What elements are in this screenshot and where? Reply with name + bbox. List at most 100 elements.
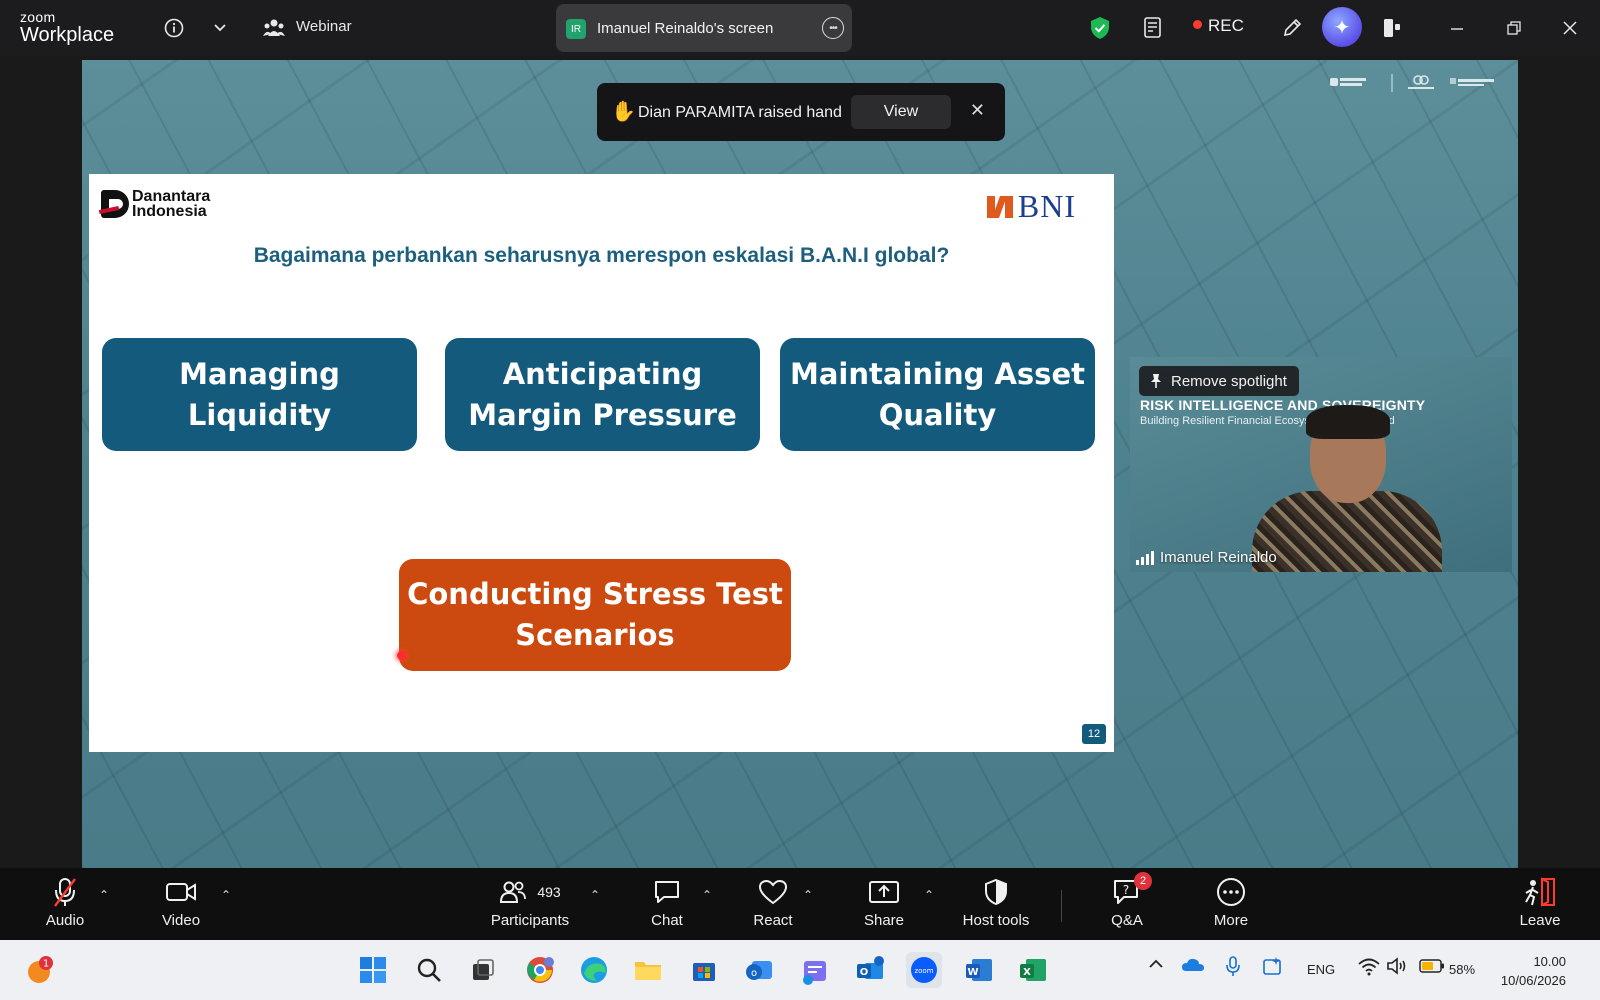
remove-spotlight-button[interactable]: Remove spotlight [1139, 366, 1299, 396]
qa-icon: ? 2 [1112, 872, 1152, 910]
restore-window-icon[interactable] [1500, 14, 1528, 42]
ai-tray-icon[interactable] [1262, 956, 1284, 979]
react-label: React [753, 912, 793, 929]
zoom-app-icon[interactable]: zoom [906, 952, 942, 988]
annotate-pen-icon[interactable] [1278, 14, 1306, 42]
meeting-notes-icon[interactable] [1139, 14, 1167, 42]
view-button[interactable]: View [851, 95, 951, 129]
speaker-name: Imanuel Reinaldo [1160, 549, 1277, 566]
battery-icon[interactable] [1419, 958, 1445, 977]
calendar-app-icon[interactable] [797, 952, 833, 988]
side-panel-icon[interactable] [1378, 14, 1406, 42]
presentation-slide: Danantara Indonesia BNI Bagaimana perban… [89, 174, 1114, 752]
presenter-initials-avatar: IR [566, 19, 586, 39]
task-view-icon[interactable] [465, 952, 501, 988]
microphone-tray-icon[interactable] [1225, 955, 1241, 980]
toolbar-divider [1061, 890, 1062, 922]
box-text-line: Scenarios [515, 618, 675, 652]
participants-button[interactable]: 493 Participants [486, 874, 574, 936]
chevron-down-icon[interactable] [206, 14, 234, 42]
participants-label: Participants [490, 912, 570, 929]
close-window-icon[interactable] [1556, 14, 1584, 42]
participants-options-chevron-up-icon[interactable]: ⌃ [590, 888, 600, 902]
raised-hand-notification: ✋ Dian PARAMITA raised hand View ✕ [597, 83, 1005, 141]
info-icon[interactable] [160, 14, 188, 42]
box-anticipating-margin-pressure: Anticipating Margin Pressure [445, 338, 760, 451]
react-button[interactable]: React [747, 874, 799, 936]
tray-overflow-chevron-up-icon[interactable] [1148, 956, 1164, 975]
video-options-chevron-up-icon[interactable]: ⌃ [221, 888, 231, 902]
security-shield-icon[interactable] [1086, 14, 1114, 42]
svg-text:W: W [967, 967, 978, 978]
more-ellipsis-icon [1216, 874, 1246, 910]
wifi-icon[interactable] [1358, 958, 1380, 979]
audio-options-chevron-up-icon[interactable]: ⌃ [99, 888, 109, 902]
remove-spotlight-label: Remove spotlight [1171, 372, 1287, 390]
input-language-label[interactable]: ENG [1307, 962, 1335, 977]
leave-button[interactable]: Leave [1514, 874, 1566, 936]
shared-screen-pill[interactable]: IR Imanuel Reinaldo's screen ••• [556, 4, 852, 52]
chrome-icon[interactable] [522, 952, 558, 988]
box-managing-liquidity: Managing Liquidity [102, 338, 417, 451]
zoom-workplace-logo: zoom Workplace [20, 10, 114, 45]
onedrive-cloud-icon[interactable] [1181, 957, 1205, 976]
microsoft-store-icon[interactable] [686, 952, 722, 988]
host-tools-button[interactable]: Host tools [956, 874, 1036, 936]
word-icon[interactable]: W [961, 952, 997, 988]
close-notification-icon[interactable]: ✕ [970, 100, 985, 121]
box-text-line: Maintaining Asset [790, 356, 1085, 391]
heart-icon [758, 874, 788, 910]
file-explorer-icon[interactable] [630, 952, 666, 988]
volume-icon[interactable] [1386, 957, 1408, 978]
outlook-new-icon[interactable]: o [741, 952, 777, 988]
webinar-label: Webinar [296, 18, 352, 35]
more-options-icon[interactable]: ••• [822, 17, 844, 39]
speaker-video-image [1240, 405, 1442, 572]
minimize-icon[interactable] [1443, 14, 1471, 42]
host-shield-icon [983, 874, 1009, 910]
chat-options-chevron-up-icon[interactable]: ⌃ [702, 888, 712, 902]
excel-icon[interactable]: X [1015, 952, 1051, 988]
speaker-name-label: Imanuel Reinaldo [1136, 549, 1277, 566]
video-button[interactable]: Video [156, 874, 206, 936]
search-icon[interactable] [411, 952, 447, 988]
taskbar-clock[interactable]: 10.00 10/06/2026 [1501, 952, 1566, 990]
edge-browser-icon[interactable] [576, 952, 612, 988]
outlook-icon[interactable]: O [852, 952, 888, 988]
ai-companion-sparkle-icon[interactable]: ✦ [1322, 7, 1362, 47]
chat-label: Chat [651, 912, 683, 929]
recording-indicator[interactable]: REC [1193, 16, 1244, 36]
laser-pointer-dot [397, 651, 406, 660]
audio-button[interactable]: Audio [40, 874, 90, 936]
logo-line-workplace: Workplace [20, 24, 115, 46]
share-label: Share [863, 912, 905, 929]
bni-logo-text: BNI [1017, 188, 1076, 224]
audio-label: Audio [45, 912, 85, 929]
danantara-logo-line1: Danantara [132, 188, 211, 205]
participants-count: 493 [537, 884, 561, 900]
share-options-chevron-up-icon[interactable]: ⌃ [924, 888, 934, 902]
raised-hand-icon: ✋ [611, 101, 636, 123]
raised-hand-text: Dian PARAMITA raised hand [638, 104, 842, 121]
svg-text:O: O [860, 967, 869, 978]
video-label: Video [161, 912, 201, 929]
chat-bubble-icon [653, 874, 681, 910]
chat-button[interactable]: Chat [642, 874, 692, 936]
clock-time: 10.00 [1533, 954, 1566, 969]
share-screen-icon [868, 874, 900, 910]
windows-start-icon[interactable] [355, 952, 391, 988]
bni-logo: BNI [986, 188, 1076, 225]
qa-button[interactable]: ? 2 Q&A [1102, 872, 1152, 936]
video-camera-icon [165, 874, 197, 910]
danantara-logo: Danantara Indonesia [101, 188, 211, 220]
notification-app-icon[interactable]: 1 [22, 952, 58, 988]
spotlight-video-tile[interactable]: RISK INTELLIGENCE AND SOVEREIGNTY Buildi… [1130, 357, 1512, 572]
share-button[interactable]: Share [858, 874, 910, 936]
box-text-line: Quality [878, 397, 997, 432]
box-conducting-stress-test-scenarios: Conducting Stress Test Scenarios [399, 559, 791, 671]
more-button[interactable]: More [1205, 874, 1257, 936]
react-options-chevron-up-icon[interactable]: ⌃ [803, 888, 813, 902]
box-text-line: Conducting Stress Test [407, 577, 783, 611]
connection-signal-icon [1136, 550, 1154, 565]
qa-notification-badge: 2 [1134, 872, 1152, 890]
